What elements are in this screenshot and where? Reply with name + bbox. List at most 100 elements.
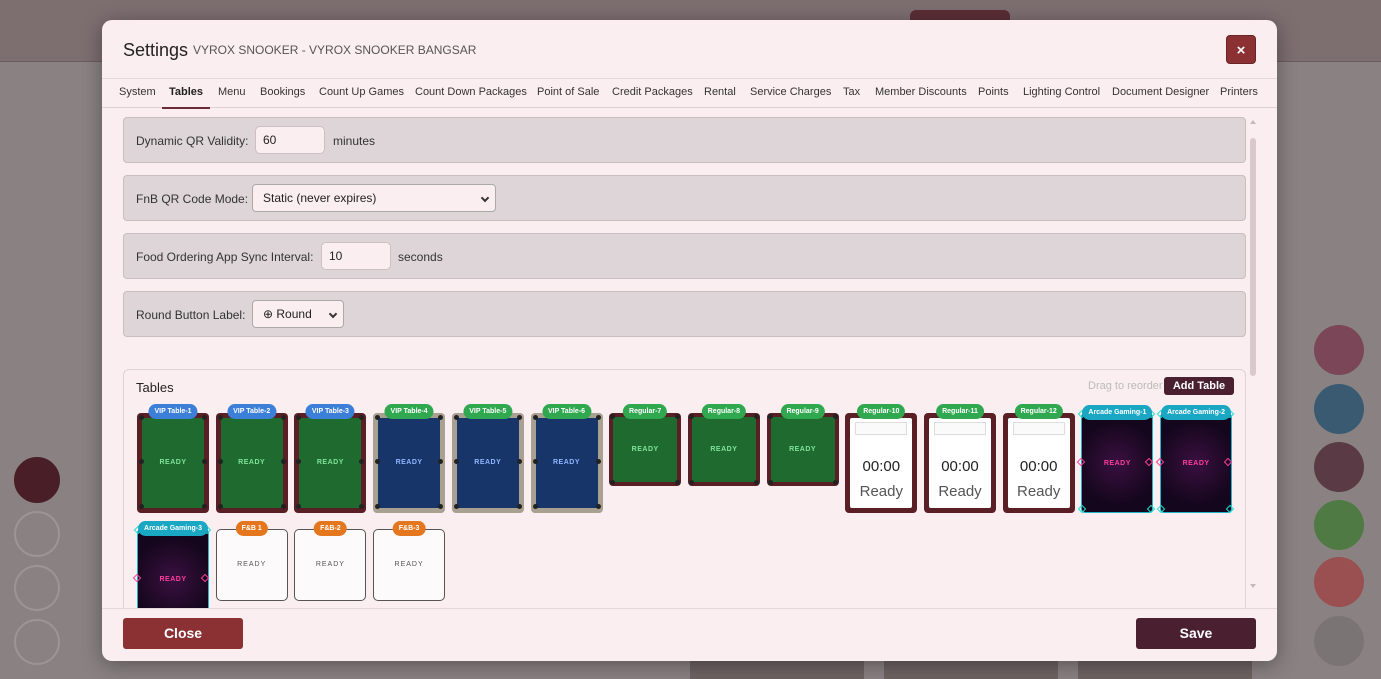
corner-icon <box>1078 504 1087 514</box>
table-card[interactable]: READY Arcade Gaming-1 <box>1077 405 1156 514</box>
tab-count-down-packages[interactable]: Count Down Packages <box>415 86 527 98</box>
table-card[interactable]: READY Regular-8 <box>687 404 760 486</box>
tab-document-designer[interactable]: Document Designer <box>1112 86 1209 98</box>
timer-value: 00:00 <box>862 458 901 475</box>
table-card[interactable]: READY VIP Table-3 <box>294 404 367 513</box>
table-card[interactable]: READY Arcade Gaming-3 <box>132 521 212 609</box>
table-status: READY <box>159 459 187 466</box>
table-card[interactable]: 00:00 Ready Regular-11 <box>924 404 996 513</box>
pocket-icon <box>139 415 144 420</box>
table-name-badge: Arcade Gaming-2 <box>1161 405 1232 420</box>
pocket-icon <box>280 504 286 509</box>
table-card[interactable]: READY VIP Table-2 <box>215 404 288 513</box>
tab-menu[interactable]: Menu <box>218 86 246 98</box>
pocket-icon <box>688 414 694 419</box>
pocket-icon <box>675 480 681 485</box>
drag-hint: Drag to reorder <box>1088 380 1163 392</box>
table-name-badge: F&B-2 <box>314 521 347 536</box>
table-card[interactable]: READY F&B-3 <box>373 521 446 601</box>
table-card[interactable]: 00:00 Ready Regular-12 <box>1002 404 1075 513</box>
tab-system[interactable]: System <box>119 86 156 98</box>
pocket-icon <box>453 415 459 420</box>
save-button[interactable]: Save <box>1136 618 1256 649</box>
tab-points[interactable]: Points <box>978 86 1009 98</box>
sync-interval-row: Food Ordering App Sync Interval: 10 seco… <box>123 233 1246 279</box>
scroll-down-icon[interactable] <box>1250 584 1256 588</box>
tab-tables[interactable]: Tables <box>169 86 203 98</box>
tab-tax[interactable]: Tax <box>843 86 860 98</box>
pocket-icon <box>753 480 759 485</box>
close-icon[interactable]: × <box>1226 35 1256 64</box>
background-circle-button <box>14 511 60 557</box>
pocket-icon <box>753 414 759 419</box>
pocket-icon <box>438 415 444 420</box>
settings-content[interactable]: Dynamic QR Validity: 60 minutes FnB QR C… <box>102 109 1277 609</box>
pocket-icon <box>532 504 538 509</box>
table-card[interactable]: READY VIP Table-4 <box>373 404 446 513</box>
table-status: Ready <box>859 483 903 500</box>
tab-bookings[interactable]: Bookings <box>260 86 305 98</box>
tab-rental[interactable]: Rental <box>704 86 736 98</box>
pocket-icon <box>516 504 522 509</box>
table-status: READY <box>316 459 344 466</box>
tab-credit-packages[interactable]: Credit Packages <box>612 86 693 98</box>
timer-slot <box>855 422 908 435</box>
table-status: READY <box>474 459 502 466</box>
tab-lighting-control[interactable]: Lighting Control <box>1023 86 1100 98</box>
pocket-icon <box>438 504 444 509</box>
pocket-icon <box>675 414 681 419</box>
round-label-select[interactable]: ⊕ Round <box>252 300 344 328</box>
table-name-badge: VIP Table-5 <box>463 404 513 419</box>
table-card[interactable]: READY VIP Table-1 <box>137 404 209 513</box>
tab-count-up-games[interactable]: Count Up Games <box>319 86 404 98</box>
table-card[interactable]: READY Regular-9 <box>766 404 839 486</box>
chevron-down-icon <box>328 309 338 319</box>
table-status: Ready <box>938 483 982 500</box>
table-status: READY <box>631 446 659 453</box>
table-status: READY <box>1182 460 1210 467</box>
table-status: READY <box>552 459 580 466</box>
tab-member-discounts[interactable]: Member Discounts <box>875 86 967 98</box>
scroll-up-icon[interactable] <box>1250 120 1256 124</box>
background-action-button <box>1314 500 1364 550</box>
timer-slot <box>934 422 986 435</box>
round-label-value: ⊕ Round <box>263 307 312 321</box>
pocket-icon <box>202 415 207 420</box>
pocket-icon <box>139 504 144 509</box>
tab-service-charges[interactable]: Service Charges <box>750 86 831 98</box>
table-card[interactable]: READY F&B-2 <box>294 521 367 601</box>
sync-interval-label: Food Ordering App Sync Interval: <box>136 250 314 264</box>
table-card[interactable]: READY VIP Table-5 <box>451 404 524 513</box>
qr-validity-unit: minutes <box>333 134 376 148</box>
qr-validity-input[interactable]: 60 <box>255 126 325 154</box>
table-card[interactable]: READY Regular-7 <box>609 404 682 486</box>
table-status: READY <box>789 446 817 453</box>
pocket-icon <box>595 415 601 420</box>
tab-point-of-sale[interactable]: Point of Sale <box>537 86 599 98</box>
table-name-badge: Regular-9 <box>780 404 825 419</box>
tab-printers[interactable]: Printers <box>1220 86 1258 98</box>
tab-bar: System Tables Menu Bookings Count Up Gam… <box>102 80 1277 109</box>
table-card[interactable]: READY F&B 1 <box>215 521 288 601</box>
round-label-row: Round Button Label: ⊕ Round <box>123 291 1246 337</box>
modal-header: Settings VYROX SNOOKER - VYROX SNOOKER B… <box>102 20 1277 79</box>
settings-modal: Settings VYROX SNOOKER - VYROX SNOOKER B… <box>102 20 1277 661</box>
pocket-icon <box>202 504 207 509</box>
pocket-icon <box>832 414 838 419</box>
scrollbar-thumb[interactable] <box>1250 138 1256 376</box>
fnb-qr-mode-select[interactable]: Static (never expires) <box>252 184 496 212</box>
pocket-icon <box>217 415 223 420</box>
table-name-badge: Regular-10 <box>857 404 906 419</box>
close-button[interactable]: Close <box>123 618 243 649</box>
sync-interval-input[interactable]: 10 <box>321 242 391 270</box>
table-card[interactable]: READY VIP Table-6 <box>530 404 603 513</box>
table-card[interactable]: 00:00 Ready Regular-10 <box>845 404 918 513</box>
table-name-badge: Regular-12 <box>1014 404 1063 419</box>
pocket-icon <box>217 504 223 509</box>
qr-validity-row: Dynamic QR Validity: 60 minutes <box>123 117 1246 163</box>
add-table-button[interactable]: Add Table <box>1164 377 1234 395</box>
scrollbar[interactable] <box>1248 114 1258 592</box>
table-name-badge: Arcade Gaming-3 <box>138 521 208 536</box>
table-card[interactable]: READY Arcade Gaming-2 <box>1155 405 1235 514</box>
pocket-icon <box>832 480 838 485</box>
